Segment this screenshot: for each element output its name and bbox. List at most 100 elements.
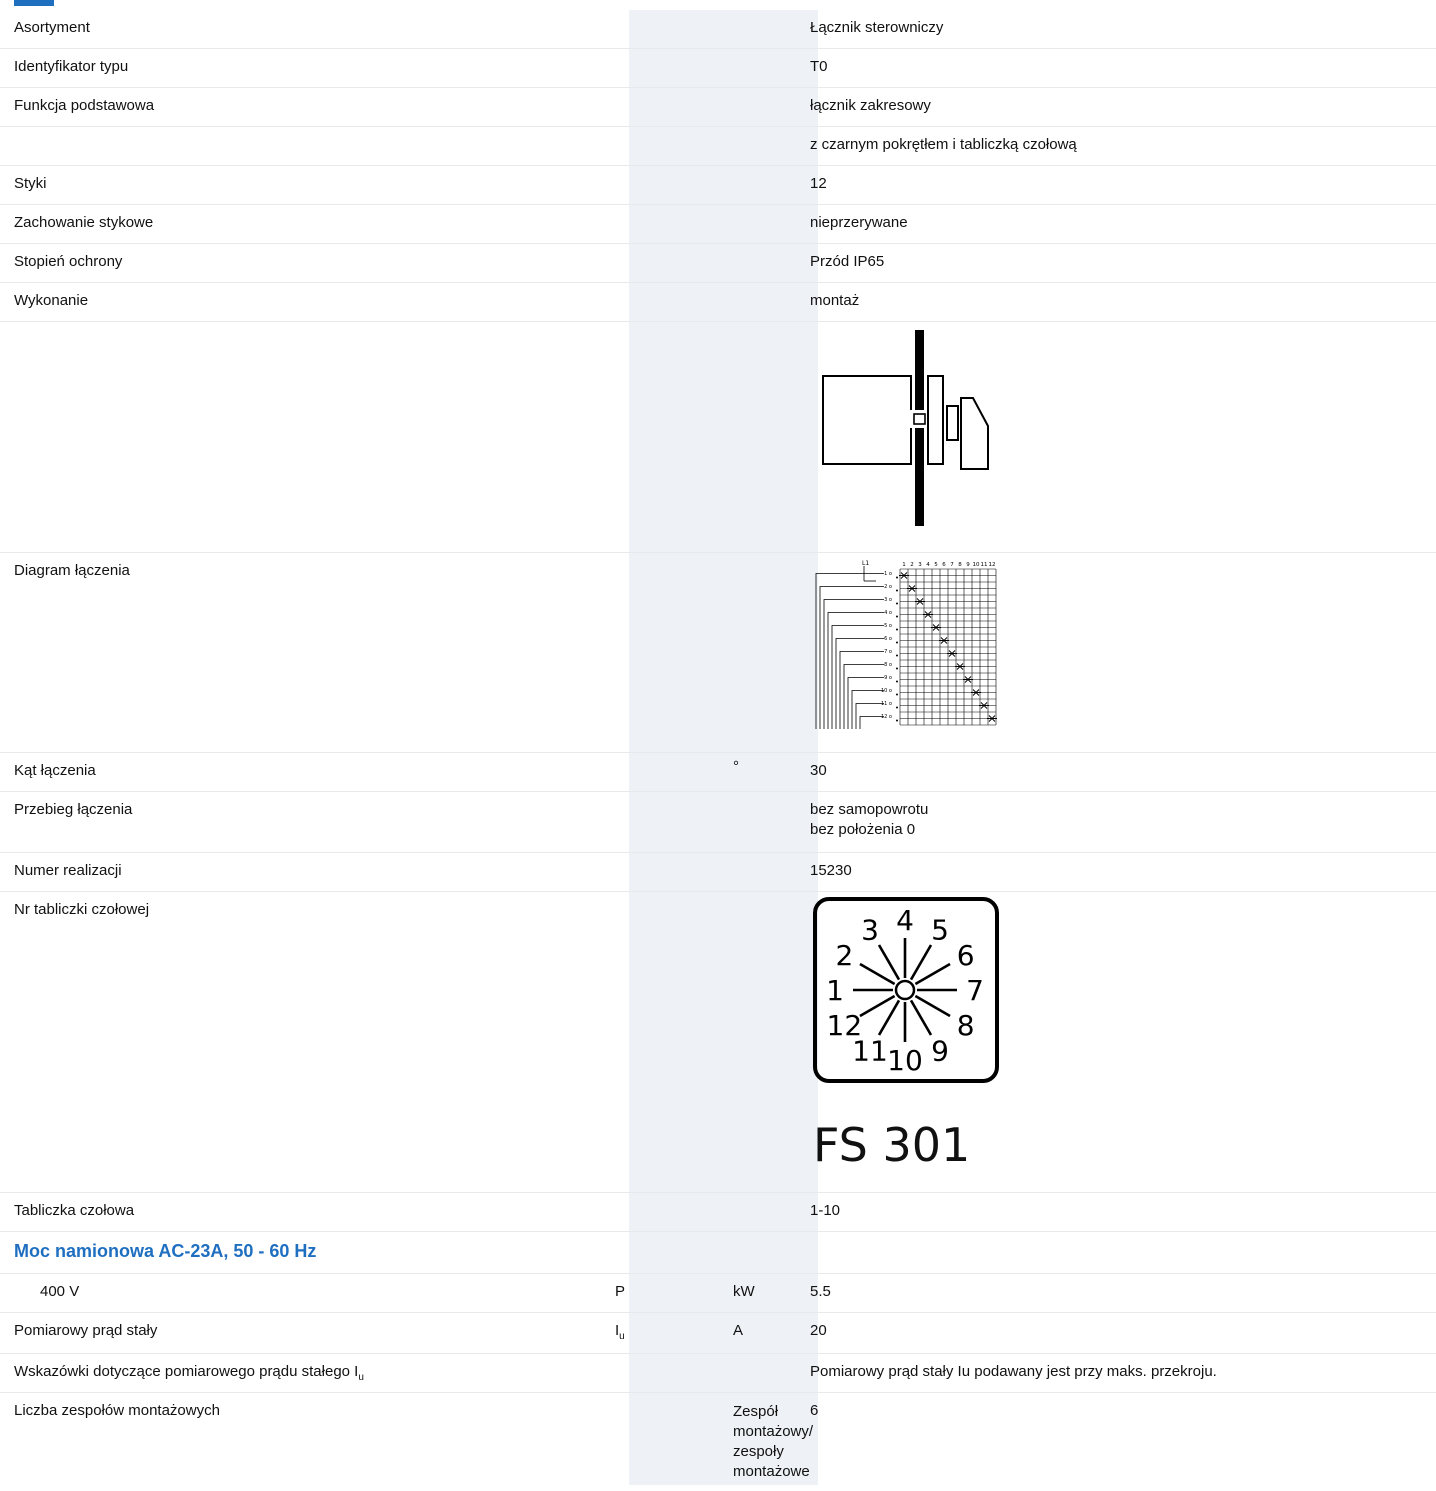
diagram-col-number: 12 [989, 562, 996, 568]
diagram-contact-dot [896, 655, 898, 657]
dial-number: 4 [896, 904, 914, 937]
diagram-contact-dot [896, 629, 898, 631]
dial-number: 6 [957, 939, 975, 972]
row-unit: Zespół montażowy/ zespoły montażowe [733, 1393, 810, 1491]
diagram-x-mark [899, 573, 909, 579]
mounting-drawing-row [0, 322, 1436, 553]
diagram-col-number: 9 [966, 562, 970, 568]
diagram-contact-dot [896, 681, 898, 683]
diagram-contact-dot [896, 694, 898, 696]
dial-number: 12 [827, 1009, 863, 1042]
diagram-row-number: 2 o [884, 584, 892, 590]
spec-row: Wskazówki dotyczące pomiarowego prądu st… [0, 1354, 1436, 1393]
spec-row: Zachowanie stykowe nieprzerywane [0, 205, 1436, 244]
diagram-contact-dot [896, 577, 898, 579]
section-marker [14, 0, 54, 6]
diagram-row-number: 12 o [881, 714, 892, 720]
diagram-row-number: 8 o [884, 662, 892, 668]
plate-code: FS 301 [813, 1122, 1436, 1168]
diagram-x-mark [987, 716, 997, 722]
diagram-row-number: 5 o [884, 623, 892, 629]
spec-row: Stopień ochrony Przód IP65 [0, 244, 1436, 283]
row-label: Kąt łączenia [0, 753, 614, 792]
dial-number: 5 [931, 913, 949, 946]
diagram-wire [852, 691, 884, 730]
row-unit: ° [733, 753, 810, 792]
spec-row: Kąt łączenia ° 30 [0, 753, 1436, 792]
diagram-col-number: 5 [934, 562, 938, 568]
row-value: 15230 [810, 853, 1436, 892]
diagram-x-mark [907, 586, 917, 592]
row-label: Liczba zespołów montażowych [0, 1393, 614, 1491]
diagram-x-mark [955, 664, 965, 670]
dial-ray [911, 945, 931, 980]
spec-row: Liczba zespołów montażowych Zespół monta… [0, 1393, 1436, 1491]
dial-number: 1 [826, 974, 844, 1007]
diagram-contact-dot [896, 720, 898, 722]
diagram-col-number: 4 [926, 562, 930, 568]
row-label: Pomiarowy prąd stały [0, 1313, 614, 1354]
row-label: Funkcja podstawowa [0, 88, 614, 127]
row-label: Wykonanie [0, 283, 614, 322]
diagram-x-mark [971, 690, 981, 696]
dial-center [896, 981, 914, 999]
spec-row: 400 V P kW 5.5 [0, 1274, 1436, 1313]
spec-row: Numer realizacji 15230 [0, 853, 1436, 892]
row-value: 12 [810, 166, 1436, 205]
diagram-x-mark [947, 651, 957, 657]
row-label: Stopień ochrony [0, 244, 614, 283]
row-value: bez samopowrotu bez położenia 0 [810, 792, 1436, 853]
row-label: Tabliczka czołowa [0, 1193, 614, 1232]
row-label: Wskazówki dotyczące pomiarowego prądu st… [0, 1354, 614, 1393]
diagram-col-number: 11 [981, 562, 988, 568]
row-label: Nr tabliczki czołowej [0, 892, 614, 1193]
diagram-contact-dot [896, 590, 898, 592]
front-plate-dial: 123456789101112 [810, 896, 1006, 1086]
diagram-x-mark [915, 599, 925, 605]
spec-page: Asortyment Łącznik sterowniczy Identyfik… [0, 0, 1436, 1485]
dial-number: 2 [835, 939, 853, 972]
spec-row: Pomiarowy prąd stały Iu A 20 [0, 1313, 1436, 1354]
row-symbol: Iu [614, 1313, 733, 1354]
diagram-row-number: 10 o [881, 688, 892, 694]
diagram-row-number: 9 o [884, 675, 892, 681]
dial-ray [911, 1000, 931, 1035]
spec-row: Styki 12 [0, 166, 1436, 205]
diagram-x-mark [963, 677, 973, 683]
row-value: 20 [810, 1313, 1436, 1354]
spec-table: Asortyment Łącznik sterowniczy Identyfik… [0, 10, 1436, 1491]
front-plate-row: Nr tabliczki czołowej 123456789101112 FS… [0, 892, 1436, 1193]
row-unit: kW [733, 1274, 810, 1313]
row-value: nieprzerywane [810, 205, 1436, 244]
diagram-wire [836, 639, 884, 730]
diagram-x-mark [939, 638, 949, 644]
diagram-contact-dot [896, 603, 898, 605]
diagram-row-number: 4 o [884, 610, 892, 616]
diagram-contact-dot [896, 616, 898, 618]
spec-row: Identyfikator typu T0 [0, 49, 1436, 88]
row-value: 6 [810, 1393, 1436, 1491]
row-value: 5.5 [810, 1274, 1436, 1313]
diagram-col-number: 10 [973, 562, 980, 568]
row-unit: A [733, 1313, 810, 1354]
row-value: Łącznik sterowniczy [810, 10, 1436, 49]
dial-ray [879, 1000, 899, 1035]
row-value: T0 [810, 49, 1436, 88]
diagram-col-number: 3 [918, 562, 922, 568]
row-value: Pomiarowy prąd stały Iu podawany jest pr… [810, 1354, 1436, 1393]
diagram-row-number: 3 o [884, 597, 892, 603]
dial-ray [860, 996, 895, 1016]
spec-row: Asortyment Łącznik sterowniczy [0, 10, 1436, 49]
diagram-col-number: 8 [958, 562, 962, 568]
spec-row: Tabliczka czołowa 1-10 [0, 1193, 1436, 1232]
spec-row: Funkcja podstawowa łącznik zakresowy [0, 88, 1436, 127]
diagram-contact-dot [896, 642, 898, 644]
diagram-row-number: 11 o [881, 701, 892, 707]
mounting-drawing [810, 326, 1000, 532]
diagram-col-number: 2 [910, 562, 914, 568]
section-header-row: Moc namionowa AC-23A, 50 - 60 Hz [0, 1232, 1436, 1274]
row-label: Diagram łączenia [0, 553, 614, 753]
row-value: montaż [810, 283, 1436, 322]
row-label: Numer realizacji [0, 853, 614, 892]
diagram-row-number: 6 o [884, 636, 892, 642]
